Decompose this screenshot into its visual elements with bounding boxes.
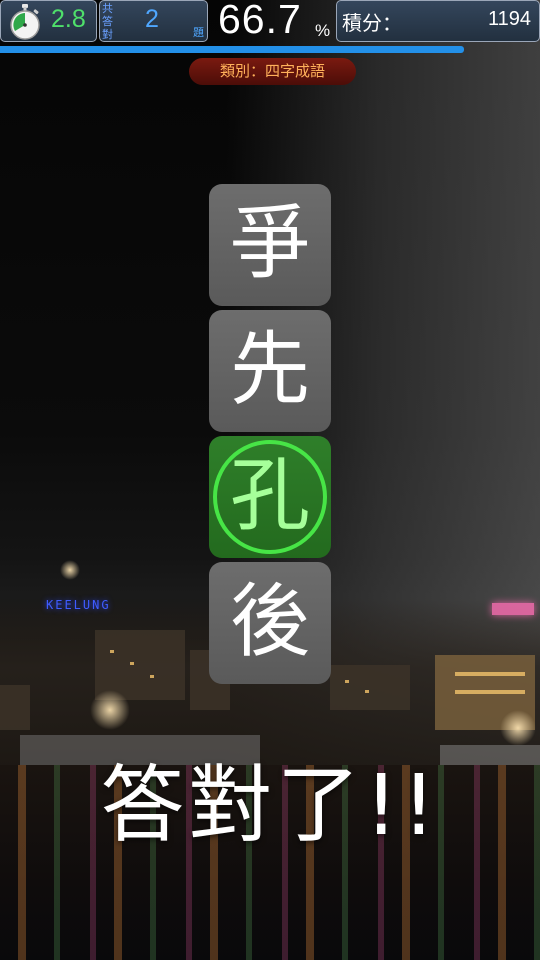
background-building bbox=[330, 665, 410, 710]
background-window bbox=[455, 690, 525, 694]
background-window bbox=[455, 672, 525, 676]
selection-ring-icon bbox=[213, 440, 327, 554]
answered-count: 2 bbox=[145, 5, 159, 33]
background-window bbox=[150, 675, 154, 678]
answered-unit: 題 bbox=[193, 26, 204, 39]
background-window bbox=[130, 662, 134, 665]
keelung-sign: KEELUNG bbox=[46, 598, 111, 612]
light-glow bbox=[90, 690, 130, 730]
background-building bbox=[0, 685, 30, 730]
score-panel: 積分： 1194 bbox=[336, 0, 540, 42]
light-glow bbox=[60, 560, 80, 580]
time-progress-fill bbox=[0, 46, 465, 53]
background-window bbox=[365, 690, 369, 693]
idiom-tile-3-selected[interactable]: 孔 bbox=[209, 436, 331, 558]
timer-panel: 2.8 bbox=[0, 0, 97, 42]
result-message: 答對了!! bbox=[100, 756, 440, 854]
answered-panel: 共答對 2 題 bbox=[99, 0, 208, 42]
neon-sign bbox=[492, 603, 534, 615]
background-window bbox=[110, 650, 114, 653]
stopwatch-icon bbox=[10, 4, 40, 40]
idiom-char: 爭 bbox=[230, 197, 310, 290]
idiom-char: 先 bbox=[230, 323, 310, 416]
answered-label: 共答對 bbox=[102, 2, 113, 41]
accuracy-value: 66.7 bbox=[218, 0, 302, 42]
idiom-tile-4[interactable]: 後 bbox=[209, 562, 331, 684]
category-badge: 類別：四字成語 bbox=[189, 58, 356, 85]
time-progress-bar bbox=[0, 46, 540, 53]
score-value: 1194 bbox=[487, 8, 531, 30]
idiom-tile-2[interactable]: 先 bbox=[209, 310, 331, 432]
background-window bbox=[345, 680, 349, 683]
idiom-tile-1[interactable]: 爭 bbox=[209, 184, 331, 306]
accuracy-unit: % bbox=[315, 21, 331, 40]
idiom-char: 後 bbox=[230, 575, 310, 668]
timer-value: 2.8 bbox=[51, 5, 86, 33]
score-label: 積分： bbox=[342, 11, 402, 35]
